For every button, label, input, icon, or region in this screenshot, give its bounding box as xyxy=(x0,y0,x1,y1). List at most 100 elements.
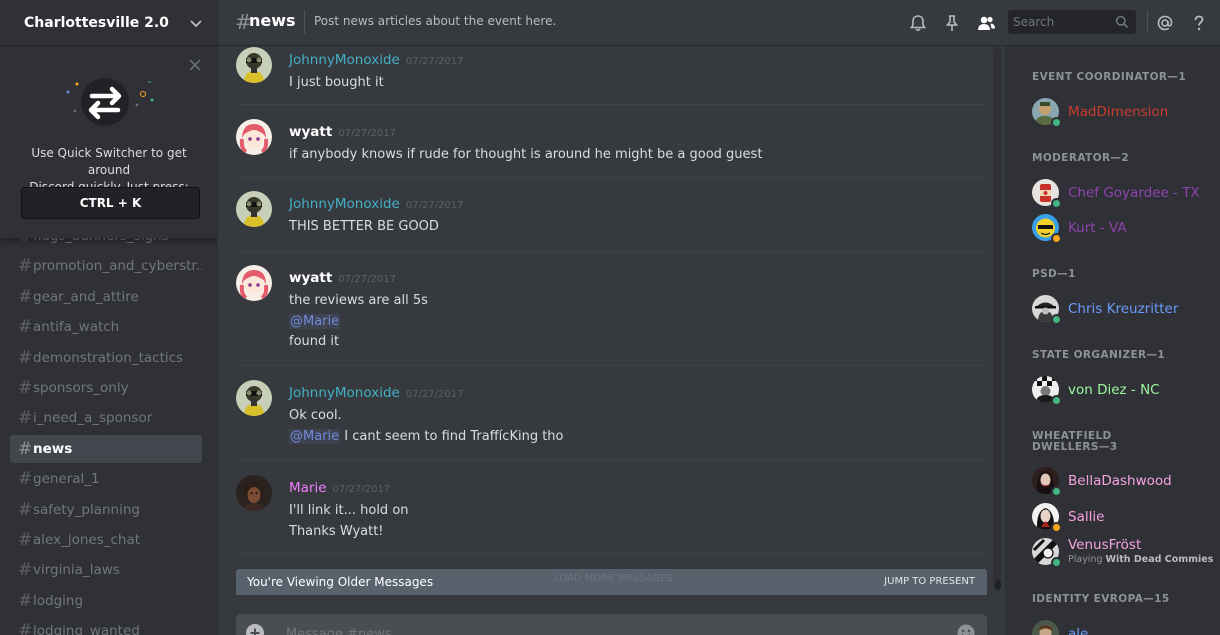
quick-switcher-shortcut-button[interactable]: CTRL + K xyxy=(21,187,200,219)
message-line: @Marie xyxy=(289,312,428,333)
search-icon[interactable] xyxy=(1115,15,1129,29)
message-body: if anybody knows if rude for thought is … xyxy=(289,145,762,166)
avatar[interactable] xyxy=(236,475,272,511)
message-author: JohnnyMonoxide 07/27/2017 xyxy=(289,385,463,401)
avatar[interactable] xyxy=(236,47,272,83)
message-body: I'll link it... hold on Thanks Wyatt! xyxy=(289,501,409,542)
channel-hash-icon: # xyxy=(18,347,33,368)
avatar-image[interactable] xyxy=(236,265,272,301)
channel-item[interactable]: # general_1 xyxy=(10,465,202,493)
author-name[interactable]: JohnnyMonoxide xyxy=(289,196,400,212)
role-header: MODERATOR—2 xyxy=(1032,152,1130,164)
member-item[interactable]: Chef Goyardee - TX xyxy=(1032,179,1212,213)
bell-icon[interactable] xyxy=(908,13,928,33)
user-mention[interactable]: @Marie xyxy=(289,313,341,329)
role-header: WHEATFIELD DWELLERS—3 xyxy=(1032,430,1118,453)
author-name[interactable]: wyatt xyxy=(289,270,332,286)
channel-name: lodging_wanted xyxy=(33,623,140,635)
help-icon[interactable] xyxy=(1189,13,1209,33)
channel-item[interactable]: # promotion_and_cyberstr... xyxy=(10,252,202,280)
channel-name: promotion_and_cyberstr... xyxy=(33,258,202,275)
author-name[interactable]: wyatt xyxy=(289,124,332,140)
avatar-image[interactable] xyxy=(236,47,272,83)
member-item[interactable]: ale xyxy=(1032,620,1212,635)
discord-window: Charlottesville 2.0 #flags_banners_signs… xyxy=(0,0,1220,635)
channel-item[interactable]: # i_need_a_sponsor xyxy=(10,404,202,432)
channel-hash-icon: # xyxy=(18,590,33,611)
message-divider xyxy=(236,553,987,554)
channel-item[interactable]: # virginia_laws xyxy=(10,556,202,584)
member-item[interactable]: Chris Kreuzritter xyxy=(1032,295,1212,329)
member-item[interactable]: BellaDashwood xyxy=(1032,467,1212,501)
scrollbar-thumb[interactable] xyxy=(995,580,1001,590)
message-input[interactable] xyxy=(286,622,936,635)
member-name: VenusFröst xyxy=(1068,537,1142,553)
member-name: MadDimension xyxy=(1068,104,1169,120)
member-item[interactable]: MadDimension xyxy=(1032,98,1212,132)
scrollbar-track[interactable] xyxy=(993,46,1001,590)
quick-switcher-text-line1: Use Quick Switcher to get around xyxy=(31,146,187,177)
channel-name: news xyxy=(33,440,73,457)
channel-item[interactable]: # safety_planning xyxy=(10,496,202,524)
author-name[interactable]: JohnnyMonoxide xyxy=(289,385,400,401)
message-timestamp: 07/27/2017 xyxy=(405,56,464,67)
channel-hash-icon: # xyxy=(18,560,33,581)
channel-sidebar: Charlottesville 2.0 #flags_banners_signs… xyxy=(0,0,218,635)
channel-name: antifa_watch xyxy=(33,319,120,336)
channel-item[interactable]: # lodging xyxy=(10,587,202,615)
server-name: Charlottesville 2.0 xyxy=(24,14,169,31)
members-icon[interactable] xyxy=(976,13,996,33)
activity-prefix: Playing xyxy=(1068,554,1106,565)
message-timestamp: 07/27/2017 xyxy=(338,274,396,285)
status-indicator xyxy=(1051,233,1062,244)
header-divider xyxy=(304,10,305,34)
search-box xyxy=(1008,10,1136,34)
avatar-image[interactable] xyxy=(236,119,272,155)
server-header[interactable]: Charlottesville 2.0 xyxy=(0,0,218,46)
avatar[interactable] xyxy=(236,119,272,155)
chevron-down-icon[interactable] xyxy=(189,16,203,30)
avatar-image[interactable] xyxy=(236,380,272,416)
load-more-messages[interactable]: LOAD MORE MESSAGES xyxy=(554,573,672,584)
jump-to-present-button[interactable]: JUMP TO PRESENT xyxy=(884,576,975,587)
channel-hash-icon: # xyxy=(18,499,33,520)
channel-hash-icon: # xyxy=(18,286,33,307)
channel-item[interactable]: # sponsors_only xyxy=(10,374,202,402)
message-divider xyxy=(236,365,987,366)
channel-name: alex_jones_chat xyxy=(33,532,141,548)
close-icon[interactable] xyxy=(188,58,202,72)
emoji-icon[interactable] xyxy=(956,623,976,635)
status-indicator xyxy=(1051,557,1062,568)
avatar-image[interactable] xyxy=(236,191,272,227)
member-item[interactable]: Sallie xyxy=(1032,503,1212,537)
channel-hash-icon: # xyxy=(18,378,33,398)
member-avatar[interactable] xyxy=(1032,620,1059,635)
channel-item[interactable]: # gear_and_attire xyxy=(10,283,202,311)
message-text: I just bought it xyxy=(289,75,384,90)
member-avatar-image[interactable] xyxy=(1032,620,1059,635)
channel-item[interactable]: # antifa_watch xyxy=(10,313,202,341)
avatar[interactable] xyxy=(236,380,272,416)
channel-item[interactable]: # demonstration_tactics xyxy=(10,344,202,372)
message-timestamp: 07/27/2017 xyxy=(405,389,464,400)
avatar-image[interactable] xyxy=(236,475,272,511)
mentions-icon[interactable] xyxy=(1155,13,1175,33)
avatar[interactable] xyxy=(236,191,272,227)
message-line: Thanks Wyatt! xyxy=(289,522,409,543)
channel-hash-icon: # xyxy=(18,408,33,429)
member-name: Sallie xyxy=(1068,509,1105,525)
channel-item[interactable]: # lodging_wanted xyxy=(10,617,202,635)
author-name[interactable]: JohnnyMonoxide xyxy=(289,52,400,68)
author-name[interactable]: Marie xyxy=(289,480,327,496)
member-item[interactable]: VenusFröst Playing With Dead Commies xyxy=(1032,537,1213,572)
channel-item[interactable]: # news xyxy=(10,434,202,463)
avatar[interactable] xyxy=(236,265,272,301)
channel-name: virginia_laws xyxy=(33,562,120,579)
member-item[interactable]: Kurt - VA xyxy=(1032,214,1212,248)
quick-switcher-popout: Use Quick Switcher to get around Discord… xyxy=(0,46,218,238)
member-item[interactable]: von Diez - NC xyxy=(1032,376,1212,410)
user-mention[interactable]: @Marie xyxy=(289,428,341,444)
add-attachment-icon[interactable] xyxy=(246,624,264,635)
pin-icon[interactable] xyxy=(942,13,962,33)
channel-item[interactable]: # alex_jones_chat xyxy=(10,526,202,554)
